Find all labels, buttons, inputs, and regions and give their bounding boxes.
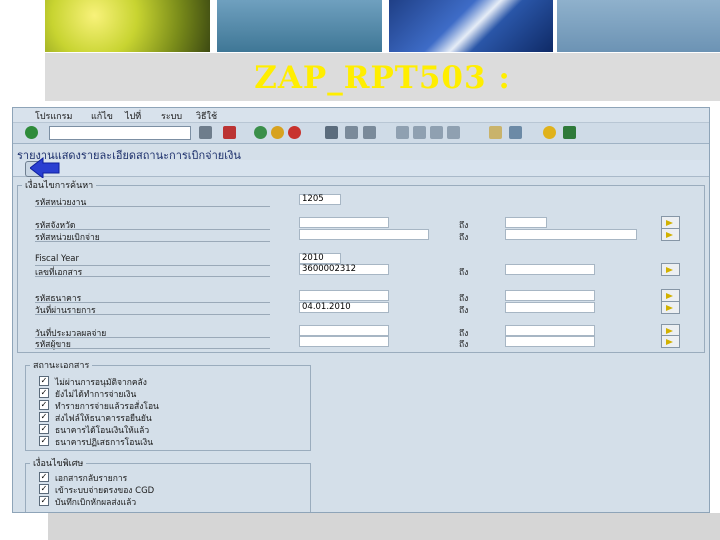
save-icon[interactable] [223, 126, 236, 139]
find-icon[interactable] [345, 126, 358, 139]
application-toolbar [13, 160, 709, 177]
special-group-title: เงื่อนไขพิเศษ [30, 456, 87, 470]
back-icon[interactable] [254, 126, 267, 139]
checkbox[interactable]: ✓ [39, 484, 49, 494]
field-from-input[interactable]: 1205 [299, 194, 341, 205]
to-label: ถึง [459, 233, 469, 243]
to-label: ถึง [459, 340, 469, 350]
sap-window: โปรแกรม แก้ไข ไปที่ ระบบ วิธีใช้ รายงานแ… [12, 107, 710, 513]
last-page-icon[interactable] [447, 126, 460, 139]
checkbox[interactable]: ✓ [39, 472, 49, 482]
field-label-underline [35, 276, 270, 277]
checkbox[interactable]: ✓ [39, 424, 49, 434]
to-label: ถึง [459, 268, 469, 278]
bottom-bar [48, 513, 720, 540]
status-group-title: สถานะเอกสาร [30, 358, 93, 372]
field-from-input[interactable] [299, 217, 389, 228]
command-field[interactable] [49, 126, 191, 140]
field-label-underline [35, 241, 270, 242]
field-to-input[interactable] [505, 264, 595, 275]
first-page-icon[interactable] [396, 126, 409, 139]
multiple-selection-icon[interactable] [661, 263, 680, 276]
print-icon[interactable] [325, 126, 338, 139]
menu-edit[interactable]: แก้ไข [91, 109, 113, 123]
layout-icon[interactable] [563, 126, 576, 139]
field-to-input[interactable] [505, 290, 595, 301]
field-label-underline [35, 206, 270, 207]
menu-program[interactable]: โปรแกรม [35, 109, 72, 123]
field-to-input[interactable] [505, 217, 547, 228]
checkbox[interactable]: ✓ [39, 436, 49, 446]
slide-title: ZAP_RPT503 : [254, 60, 511, 96]
find-next-icon[interactable] [363, 126, 376, 139]
header-image-blue [217, 0, 382, 52]
checkbox[interactable]: ✓ [39, 412, 49, 422]
checkbox[interactable]: ✓ [39, 388, 49, 398]
field-to-input[interactable] [505, 336, 595, 347]
checkmark-icon[interactable] [25, 126, 38, 139]
checkbox-label: ธนาคารปฏิเสธการโอนเงิน [55, 438, 154, 448]
exit-icon[interactable] [271, 126, 284, 139]
back-arrow-icon[interactable] [199, 126, 212, 139]
field-to-input[interactable] [505, 302, 595, 313]
field-from-input[interactable] [299, 290, 389, 301]
checkbox[interactable]: ✓ [39, 376, 49, 386]
shortcut-icon[interactable] [509, 126, 522, 139]
to-label: ถึง [459, 306, 469, 316]
multiple-selection-icon[interactable] [661, 228, 680, 241]
field-label-underline [35, 348, 270, 349]
field-from-input[interactable]: 2010 [299, 253, 341, 264]
field-from-input[interactable]: 04.01.2010 [299, 302, 389, 313]
selection-group-title: เงื่อนไขการค้นหา [22, 178, 97, 192]
highlight-arrow-icon [30, 156, 60, 180]
help-icon[interactable] [543, 126, 556, 139]
multiple-selection-icon[interactable] [661, 335, 680, 348]
standard-toolbar [13, 123, 709, 144]
menu-bar: โปรแกรม แก้ไข ไปที่ ระบบ วิธีใช้ [13, 108, 709, 123]
menu-goto[interactable]: ไปที่ [125, 109, 141, 123]
header-image-light-streak [389, 0, 553, 52]
field-from-input[interactable] [299, 229, 429, 240]
menu-help[interactable]: วิธีใช้ [196, 109, 217, 123]
field-to-input[interactable] [505, 325, 595, 336]
multiple-selection-icon[interactable] [661, 301, 680, 314]
previous-page-icon[interactable] [413, 126, 426, 139]
next-page-icon[interactable] [430, 126, 443, 139]
menu-system[interactable]: ระบบ [161, 109, 182, 123]
checkbox[interactable]: ✓ [39, 496, 49, 506]
field-label-underline [35, 314, 270, 315]
field-from-input[interactable]: 3600002312 [299, 264, 389, 275]
field-from-input[interactable] [299, 336, 389, 347]
header-image-sky [557, 0, 720, 52]
new-session-icon[interactable] [489, 126, 502, 139]
header-image-leaf [45, 0, 210, 52]
checkbox[interactable]: ✓ [39, 400, 49, 410]
field-label: Fiscal Year [35, 254, 80, 264]
checkbox-label: บันทึกเบิกหักผลส่งแล้ว [55, 498, 137, 508]
field-to-input[interactable] [505, 229, 637, 240]
cancel-icon[interactable] [288, 126, 301, 139]
field-from-input[interactable] [299, 325, 389, 336]
